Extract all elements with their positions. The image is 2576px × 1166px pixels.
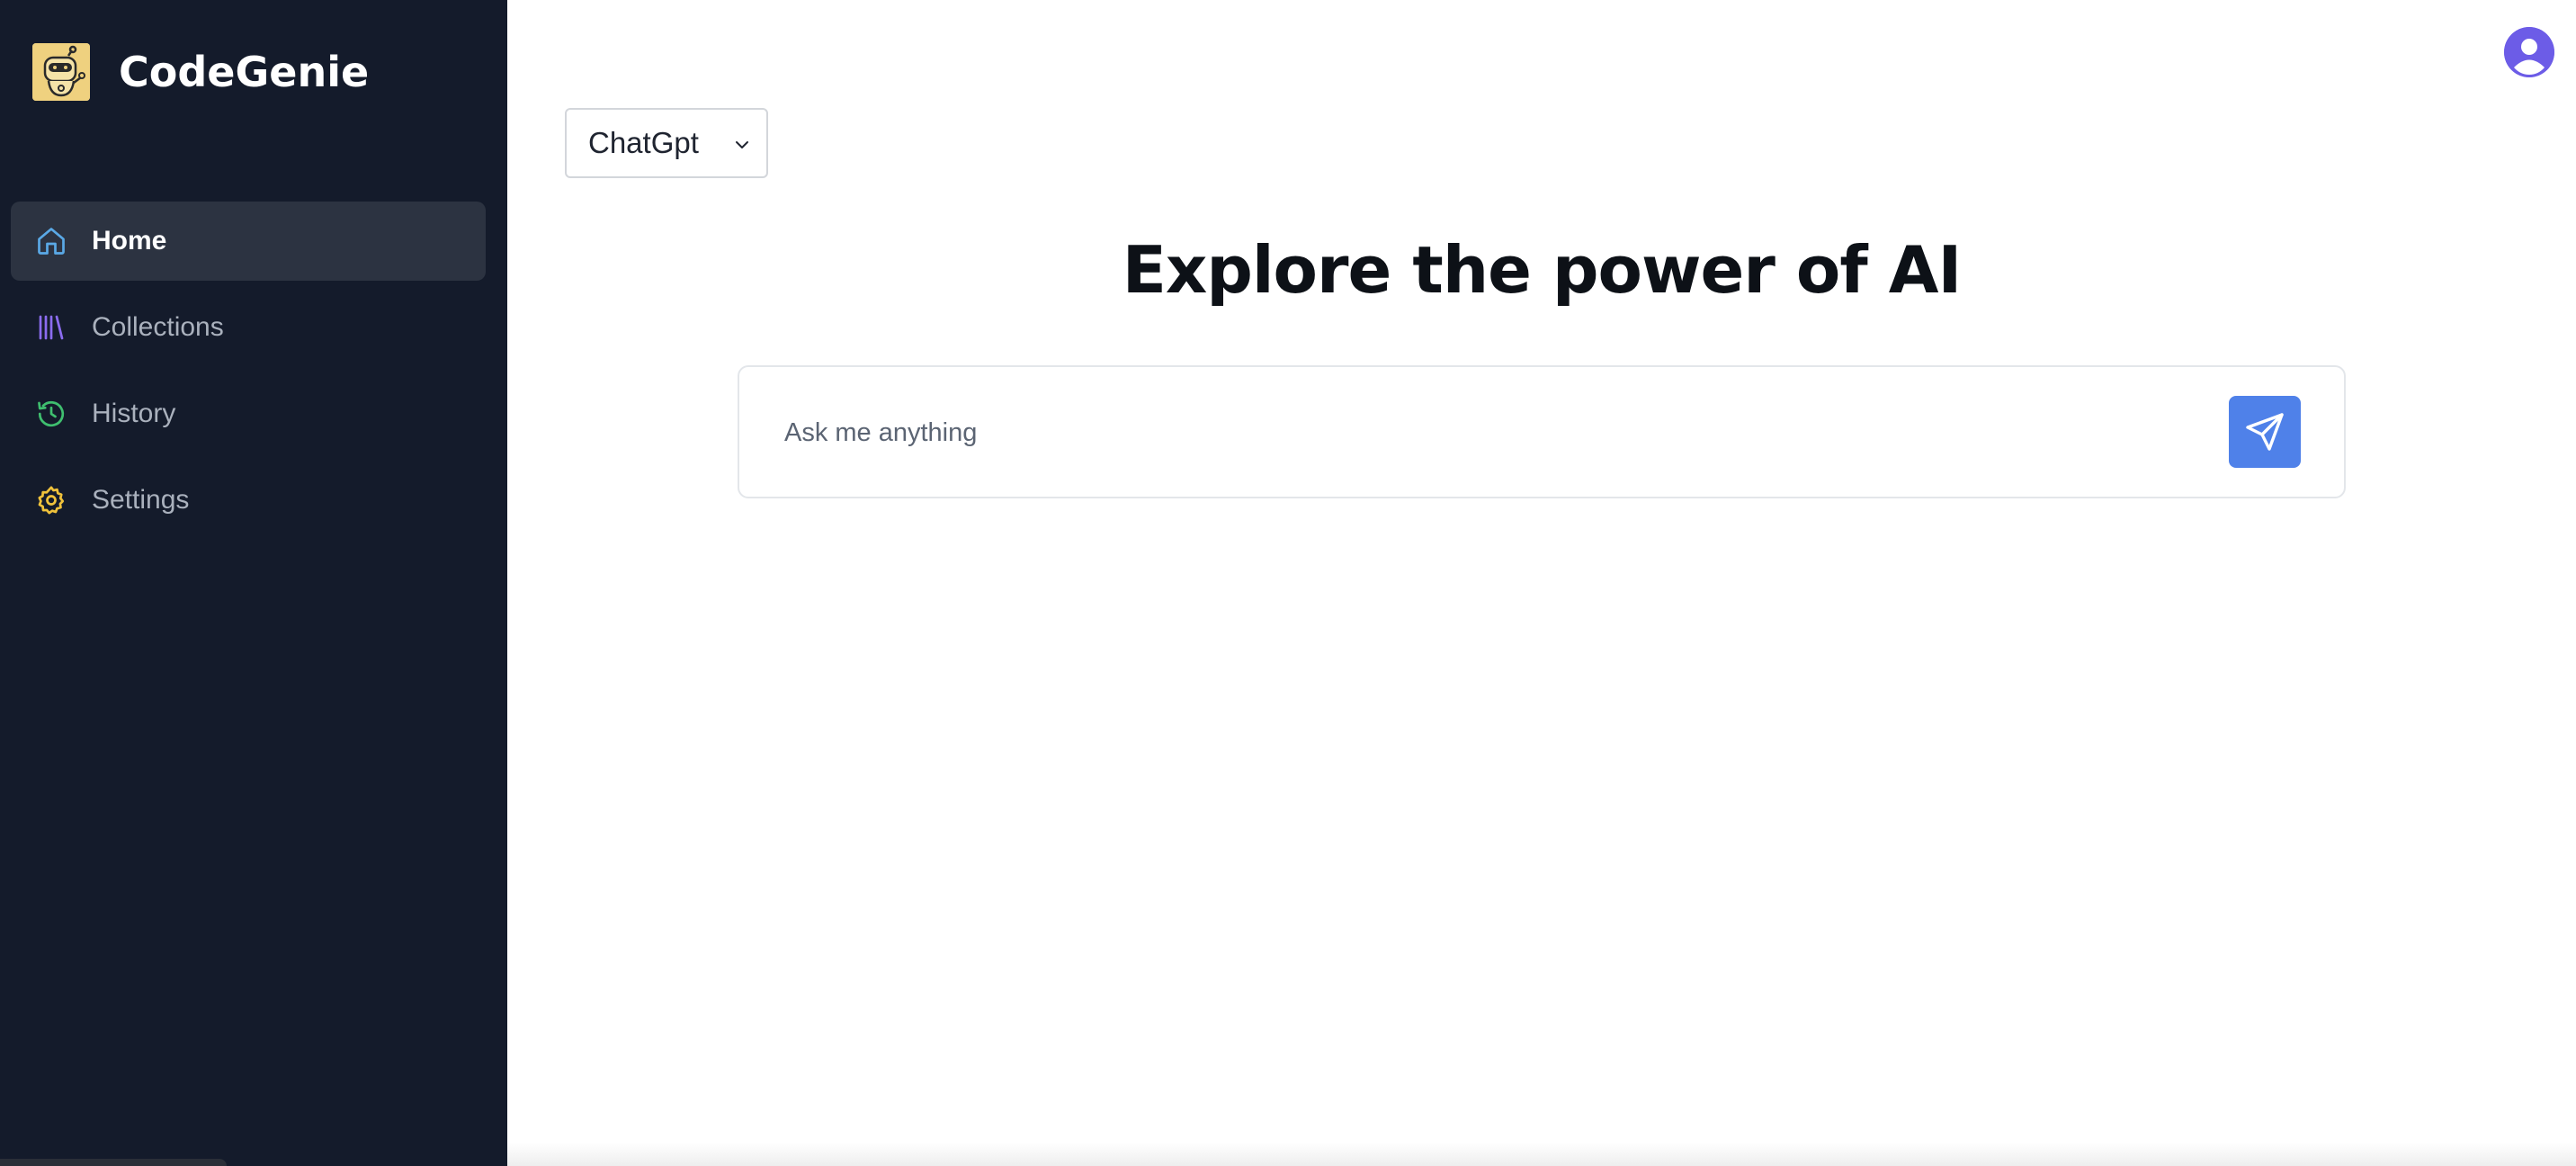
sidebar-item-collections[interactable]: Collections [11,288,486,367]
sidebar: CodeGenie Home Collections History Setti… [0,0,507,1166]
model-select[interactable]: ChatGpt [565,108,768,178]
library-icon [32,309,70,346]
sidebar-item-label: History [92,399,176,428]
sidebar-item-settings[interactable]: Settings [11,461,486,540]
send-icon [2243,410,2286,453]
send-button[interactable] [2229,396,2301,468]
sidebar-item-label: Home [92,226,167,256]
robot-icon [32,43,90,101]
home-icon [32,222,70,260]
brand-name: CodeGenie [119,48,370,96]
history-icon [32,395,70,433]
prompt-box [738,365,2346,498]
sidebar-item-home[interactable]: Home [11,202,486,281]
page-title: Explore the power of AI [1122,232,1963,308]
user-avatar-icon[interactable] [2504,27,2554,77]
sidebar-item-label: Settings [92,485,190,515]
prompt-input[interactable] [783,407,2135,459]
chevron-down-icon [732,135,752,155]
app: CodeGenie Home Collections History Setti… [0,0,2576,1166]
brand[interactable]: CodeGenie [32,43,369,101]
bottom-shadow [507,1143,2576,1166]
model-select-value: ChatGpt [588,126,699,159]
sidebar-scrollbar[interactable] [0,1159,227,1166]
sidebar-nav: Home Collections History Settings [11,202,486,547]
sidebar-item-label: Collections [92,312,224,342]
sidebar-item-history[interactable]: History [11,374,486,453]
main-content: ChatGpt Explore the power of AI [507,0,2576,1166]
gear-icon [32,481,70,519]
